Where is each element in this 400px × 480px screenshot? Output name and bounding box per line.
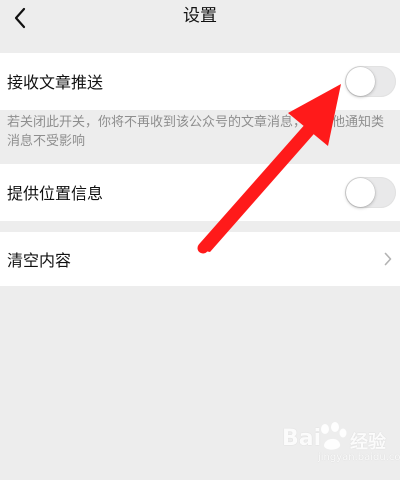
page-title: 设置 <box>183 6 217 26</box>
article-push-label: 接收文章推送 <box>7 73 104 92</box>
chevron-right-icon <box>384 252 392 266</box>
watermark: Bai 经验 jingyan.baidu.com <box>282 422 400 472</box>
clear-content-label: 清空内容 <box>7 251 72 270</box>
toggle-knob <box>346 178 375 207</box>
article-push-hint: 若关闭此开关，你将不再收到该公众号的文章消息，但其他通知类消息不受影响 <box>7 115 385 149</box>
navigation-bar: 设置 <box>0 0 400 36</box>
watermark-brand-2: 经验 <box>350 432 386 453</box>
location-label: 提供位置信息 <box>7 184 104 203</box>
settings-page: 设置 接收文章推送 若关闭此开关，你将不再收到该公众号的文章消息，但其他通知类消… <box>0 0 400 480</box>
article-push-row: 接收文章推送 <box>0 53 400 110</box>
location-row: 提供位置信息 <box>0 164 400 221</box>
watermark-brand: Bai <box>282 426 322 451</box>
article-push-toggle[interactable] <box>345 66 396 97</box>
toggle-knob <box>346 67 375 96</box>
watermark-url: jingyan.baidu.com <box>318 452 400 463</box>
location-toggle[interactable] <box>345 177 396 208</box>
clear-content-row[interactable]: 清空内容 <box>0 232 400 286</box>
